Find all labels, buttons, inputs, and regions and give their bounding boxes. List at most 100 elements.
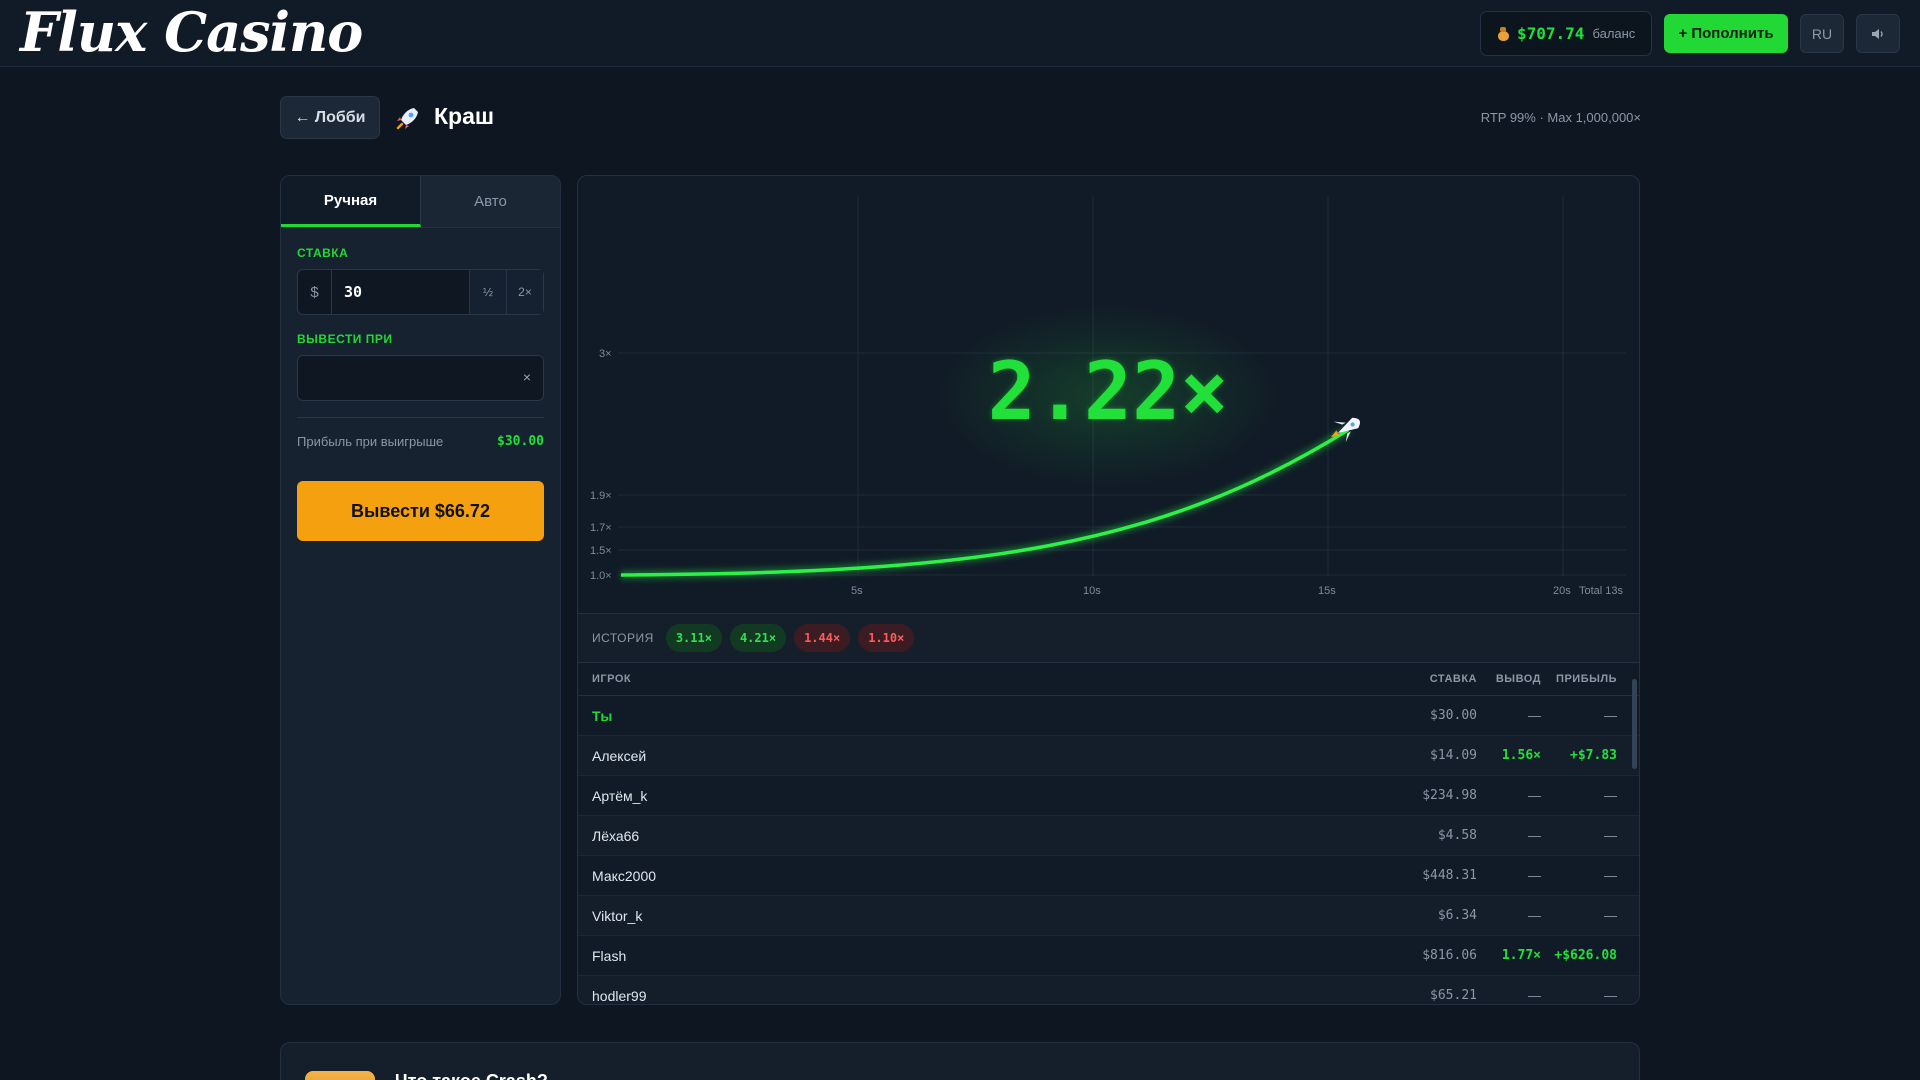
column-profit: ПРИБЫЛЬ [1556, 673, 1617, 685]
y-tick-label: 3× [599, 348, 612, 360]
bet-mode-tabs: Ручная Авто [281, 176, 560, 228]
x-tick-label: 15s [1318, 585, 1336, 597]
player-profit: +$626.08 [1554, 948, 1617, 963]
balance-amount: $707.74 [1517, 24, 1585, 43]
top-bar: Flux Casino $707.74 баланс + Пополнить R… [0, 0, 1920, 67]
total-time-label: Total 13s [1579, 585, 1624, 597]
player-name: Алексей [592, 747, 647, 764]
history-chip[interactable]: 4.21× [729, 624, 787, 652]
stake-input-group: $ 30 ½ 2× [297, 269, 544, 315]
player-name: hodler99 [592, 987, 647, 1004]
current-multiplier: 2.22× [988, 345, 1229, 438]
half-stake-button[interactable]: ½ [469, 270, 506, 314]
rtp-info: RTP 99% · Max 1,000,000× [1480, 110, 1641, 125]
player-bet: $14.09 [1430, 748, 1477, 763]
info-thumbnail [305, 1071, 375, 1080]
player-profit: — [1604, 908, 1617, 923]
sound-toggle-button[interactable] [1856, 14, 1900, 53]
players-scrollbar[interactable] [1632, 669, 1637, 999]
history-chip[interactable]: 1.10× [858, 624, 915, 652]
money-bag-icon [1497, 26, 1509, 41]
auto-cashout-input[interactable]: × [297, 355, 544, 401]
player-profit: — [1604, 828, 1617, 843]
balance-display[interactable]: $707.74 баланс [1480, 11, 1652, 56]
x-tick-label: 20s [1553, 585, 1571, 597]
player-cashout: — [1528, 988, 1541, 1003]
players-rows: Ты $30.00 — — Алексей $14.09 1.56× +$7.8… [578, 696, 1639, 1004]
cashout-at-label: ВЫВЕСТИ ПРИ [297, 332, 393, 346]
tab-auto[interactable]: Авто [421, 176, 560, 227]
player-bet: $30.00 [1430, 708, 1477, 723]
player-name: Лёха66 [592, 827, 640, 844]
site-logo[interactable]: Flux Casino [20, 2, 363, 62]
table-row: Viktor_k $6.34 — — [578, 896, 1639, 936]
speaker-icon [1872, 28, 1883, 39]
table-row: Макс2000 $448.31 — — [578, 856, 1639, 896]
players-table: ИГРОК СТАВКА ВЫВОД ПРИБЫЛЬ Ты $30.00 — —… [578, 663, 1639, 1004]
player-cashout: 1.56× [1501, 748, 1541, 763]
profit-value: $30.00 [497, 434, 544, 449]
column-bet: СТАВКА [1429, 673, 1477, 685]
player-profit: — [1604, 788, 1617, 803]
history-label: ИСТОРИЯ [592, 631, 654, 645]
player-bet: $6.34 [1437, 908, 1477, 923]
player-cashout: — [1528, 828, 1541, 843]
rocket-icon [396, 108, 418, 130]
scrollbar-thumb[interactable] [1632, 679, 1637, 769]
profit-on-win: Прибыль при выигрыше $30.00 [297, 434, 544, 449]
player-name: Ты [592, 707, 613, 724]
stake-label: СТАВКА [297, 246, 349, 260]
player-bet: $234.98 [1422, 788, 1477, 803]
table-row: Лёха66 $4.58 — — [578, 816, 1639, 856]
player-name: Макс2000 [592, 867, 657, 884]
y-tick-label: 1.9× [590, 490, 612, 502]
player-bet: $448.31 [1422, 868, 1477, 883]
back-to-lobby-button[interactable]: ← Лобби [280, 96, 380, 139]
deposit-button[interactable]: + Пополнить [1664, 14, 1788, 53]
player-cashout: — [1528, 868, 1541, 883]
history-chip[interactable]: 1.44× [794, 624, 851, 652]
player-cashout: — [1528, 908, 1541, 923]
column-player: ИГРОК [592, 673, 632, 685]
bet-panel: Ручная Авто СТАВКА $ 30 ½ 2× ВЫВЕСТИ ПРИ… [280, 175, 561, 1005]
player-bet: $4.58 [1437, 828, 1477, 843]
player-profit: — [1604, 988, 1617, 1003]
history-chip[interactable]: 3.11× [665, 624, 722, 652]
clear-icon[interactable]: × [523, 369, 531, 385]
column-cashout: ВЫВОД [1495, 673, 1541, 685]
game-panel: 1.0× 1.5× 1.7× 1.9× 3× 5s 10s 15s 20s To… [577, 175, 1640, 1005]
player-bet: $65.21 [1430, 988, 1477, 1003]
y-tick-label: 1.7× [590, 522, 612, 534]
info-card: Что такое Crash? [280, 1042, 1640, 1080]
cashout-button[interactable]: Вывести $66.72 [297, 481, 544, 541]
y-tick-label: 1.0× [590, 570, 612, 582]
info-title: Что такое Crash? [395, 1071, 548, 1080]
balance-label: баланс [1592, 26, 1636, 41]
player-cashout: 1.77× [1501, 948, 1541, 963]
player-name: Артём_k [592, 787, 648, 804]
player-cashout: — [1528, 788, 1541, 803]
player-profit: — [1604, 708, 1617, 723]
player-profit: — [1604, 868, 1617, 883]
history-bar: ИСТОРИЯ 3.11× 4.21× 1.44× 1.10× [578, 613, 1639, 663]
profit-label: Прибыль при выигрыше [297, 434, 444, 449]
player-name: Flash [592, 947, 627, 964]
x-tick-label: 10s [1083, 585, 1101, 597]
double-stake-button[interactable]: 2× [506, 270, 543, 314]
table-row: hodler99 $65.21 — — [578, 976, 1639, 1004]
stake-input[interactable]: 30 [332, 270, 469, 314]
player-profit: +$7.83 [1570, 748, 1617, 763]
table-row: Алексей $14.09 1.56× +$7.83 [578, 736, 1639, 776]
crash-chart: 1.0× 1.5× 1.7× 1.9× 3× 5s 10s 15s 20s To… [590, 196, 1626, 597]
table-row: Ты $30.00 — — [578, 696, 1639, 736]
tab-manual[interactable]: Ручная [281, 176, 421, 227]
player-bet: $816.06 [1422, 948, 1477, 963]
table-row: Flash $816.06 1.77× +$626.08 [578, 936, 1639, 976]
y-tick-label: 1.5× [590, 545, 612, 557]
language-button[interactable]: RU [1800, 14, 1844, 53]
players-table-header: ИГРОК СТАВКА ВЫВОД ПРИБЫЛЬ [578, 663, 1639, 696]
x-tick-label: 5s [851, 585, 863, 597]
player-name: Viktor_k [592, 907, 643, 924]
page-title: Краш [434, 103, 495, 129]
divider [297, 417, 544, 418]
